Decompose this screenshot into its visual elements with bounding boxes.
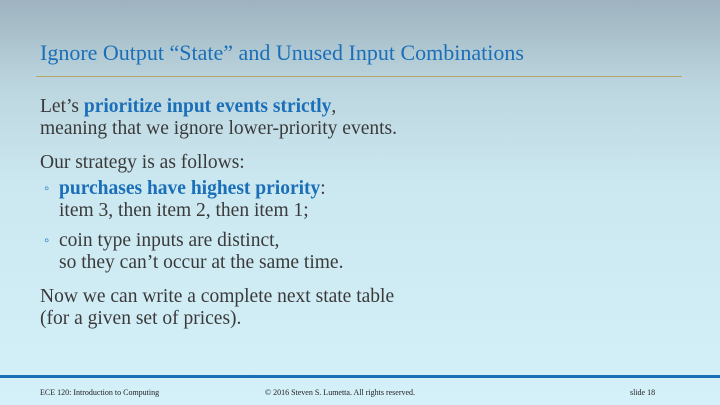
text-comma: , bbox=[331, 96, 337, 117]
title-divider bbox=[36, 76, 682, 77]
bullet-marker: ◦ bbox=[44, 181, 50, 197]
text-given-prices: (for a given set of prices). bbox=[40, 308, 242, 329]
bullet-purchases: ◦ purchases have highest priority: item … bbox=[40, 178, 680, 222]
emphasis-prioritize: prioritize input events strictly bbox=[83, 96, 332, 117]
footer-bar bbox=[0, 375, 720, 378]
paragraph-prioritize: Let’s prioritize input events strictly, … bbox=[40, 96, 680, 140]
footer-course: ECE 120: Introduction to Computing bbox=[40, 388, 160, 397]
footer-slide-number: slide 18 bbox=[630, 388, 656, 397]
paragraph-next-state: Now we can write a complete next state t… bbox=[40, 286, 680, 330]
text-write-table: Now we can write a complete next state t… bbox=[40, 286, 395, 307]
slide-title: Ignore Output “State” and Unused Input C… bbox=[40, 40, 524, 65]
bullet-coin-types: ◦ coin type inputs are distinct, so they… bbox=[40, 230, 680, 274]
text-colon: : bbox=[320, 178, 326, 199]
text-cant-occur: so they can’t occur at the same time. bbox=[59, 252, 344, 273]
text-meaning: meaning that we ignore lower-priority ev… bbox=[40, 118, 397, 139]
paragraph-strategy: Our strategy is as follows: bbox=[40, 152, 245, 173]
text-item-order: item 3, then item 2, then item 1; bbox=[59, 200, 309, 221]
text-coin-distinct: coin type inputs are distinct, bbox=[59, 230, 280, 251]
emphasis-purchases: purchases have highest priority bbox=[59, 178, 321, 199]
slide-content: Let’s prioritize input events strictly, … bbox=[40, 96, 680, 330]
bullet-marker: ◦ bbox=[44, 233, 50, 249]
text-lets: Let’s bbox=[40, 96, 84, 117]
footer-copyright: © 2016 Steven S. Lumetta. All rights res… bbox=[265, 388, 416, 397]
